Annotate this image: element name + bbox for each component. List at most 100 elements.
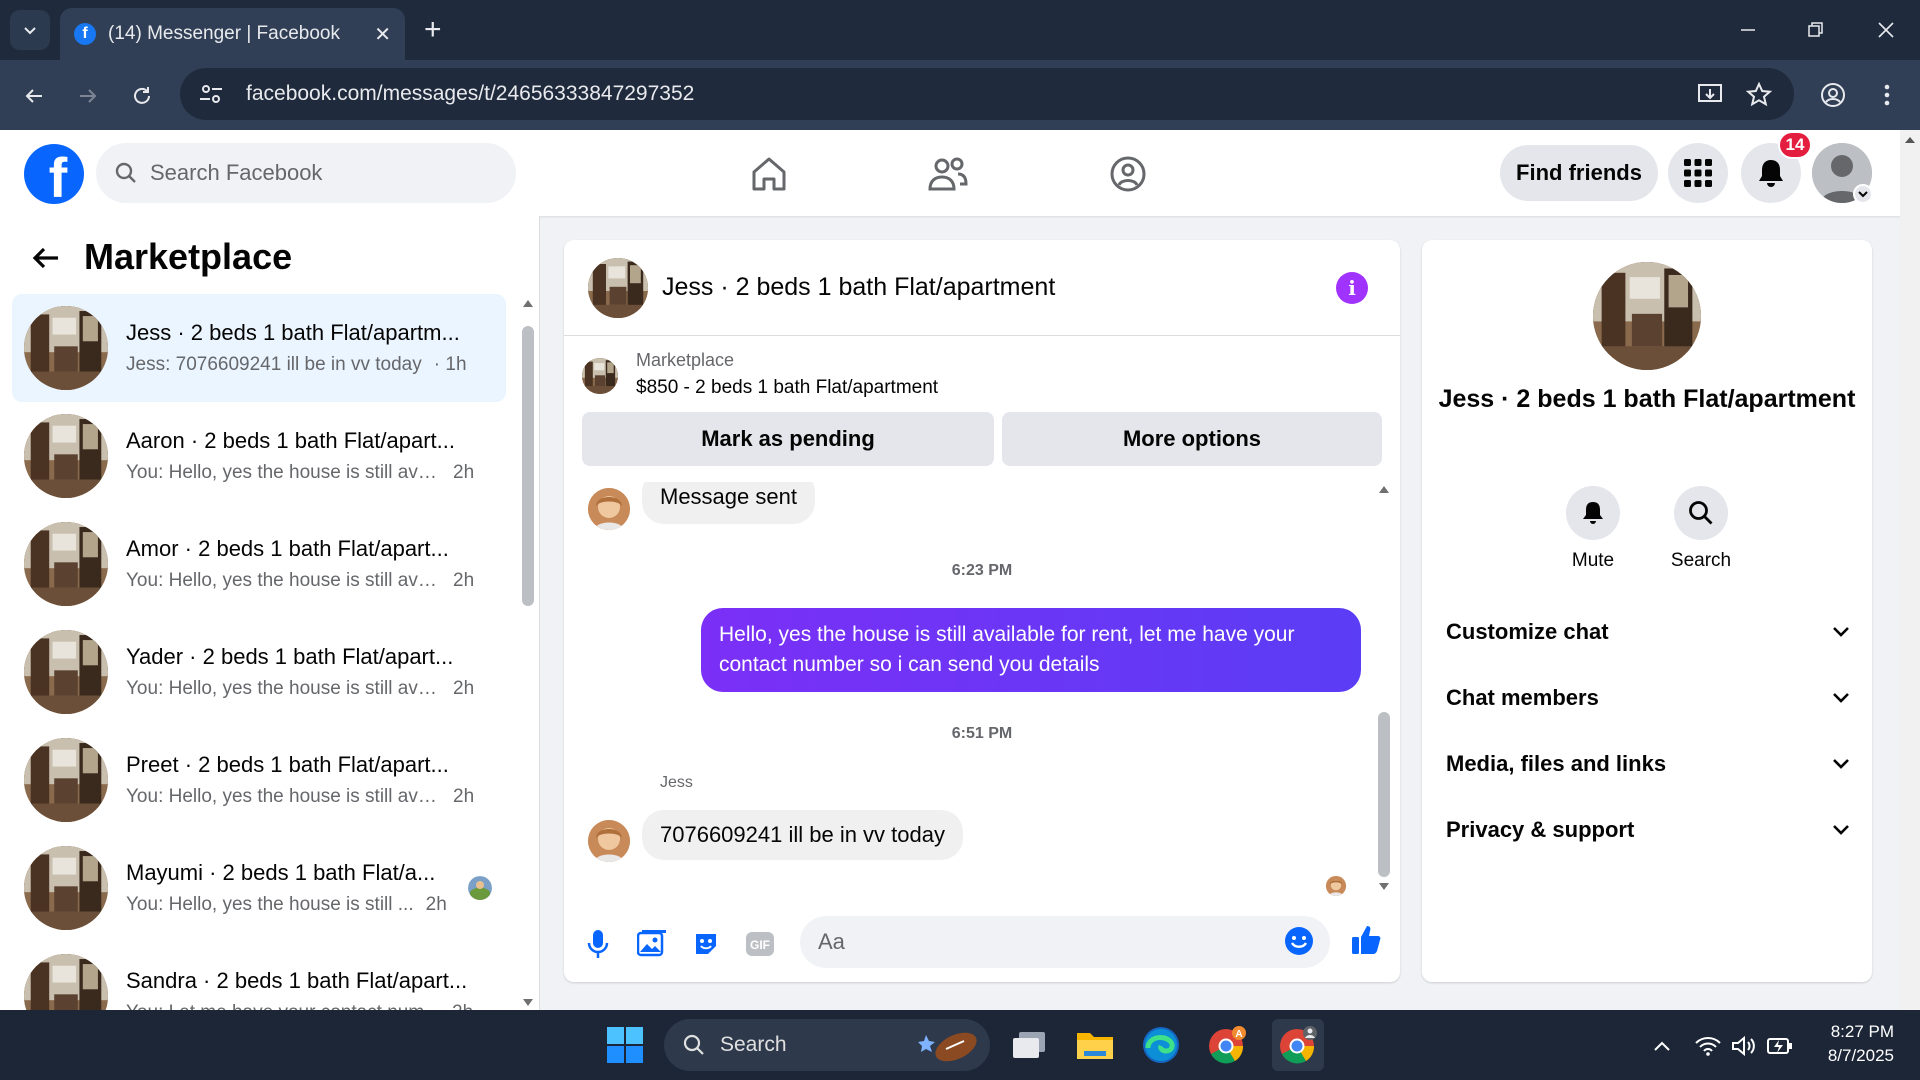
voice-clip-button[interactable] [582,928,614,960]
battery-status[interactable] [1766,1032,1794,1060]
show-hidden-icons-button[interactable] [1648,1032,1676,1060]
browser-menu-button[interactable] [1872,80,1902,110]
mute-button[interactable]: Mute [1548,486,1638,572]
conversation-item[interactable]: Sandra · 2 beds 1 bath Flat/apart... You:… [12,942,506,1010]
sender-avatar [588,488,630,530]
outgoing-message[interactable]: Hello, yes the house is still available … [701,608,1361,692]
wifi-icon [1695,1037,1721,1056]
restore-button[interactable] [1796,12,1836,48]
minimize-icon [1741,29,1755,31]
conversation-time: 2h [453,678,475,699]
media-files-links-section[interactable]: Media, files and links [1446,744,1850,784]
mute-label: Mute [1571,550,1615,571]
scroll-down-icon [523,999,533,1006]
like-button[interactable] [1350,924,1382,956]
conversation-name: Jess · 2 beds 1 bath Flat/apartm... [126,320,460,345]
chat-header[interactable]: Jess · 2 beds 1 bath Flat/apartment i [564,240,1400,336]
back-arrow-button[interactable] [30,242,66,278]
message-input[interactable]: Aa [800,916,1330,968]
thumbs-up-icon [1352,926,1381,954]
sticker-button[interactable] [690,928,722,960]
conversation-item[interactable]: Amor · 2 beds 1 bath Flat/apart... You: H… [12,510,506,618]
message-thread: Message sent 6:23 PM Hello, yes the hous… [564,482,1400,902]
page-scrollbar[interactable] [1900,130,1920,1010]
bell-icon [1759,160,1783,187]
conversation-item[interactable]: Aaron · 2 beds 1 bath Flat/apart... You: … [12,402,506,510]
groups-nav-button[interactable] [1106,152,1150,196]
find-friends-button[interactable]: Find friends [1500,145,1658,201]
section-label: Media, files and links [1446,751,1667,776]
conversation-thumbnail [24,846,108,930]
info-icon[interactable]: i [1336,272,1368,304]
conversation-item[interactable]: Mayumi · 2 beds 1 bath Flat/a... You: Hel… [12,834,506,942]
more-vertical-icon [1884,84,1890,106]
chevron-down-icon [1833,693,1849,703]
mark-as-pending-button[interactable]: Mark as pending [582,412,994,466]
tab-close-icon[interactable]: ✕ [374,22,391,47]
chevron-down-icon [24,27,36,35]
menu-button[interactable] [1668,143,1728,203]
search-conversation-button[interactable]: Search [1656,486,1746,572]
conversation-preview: You: Let me have your contact num... [126,1002,440,1010]
facebook-logo-icon[interactable]: f [24,144,84,204]
home-nav-button[interactable] [747,152,791,196]
incoming-message[interactable]: 7076609241 ill be in vv today [642,810,963,860]
scroll-up-icon [1905,137,1915,143]
chat-members-section[interactable]: Chat members [1446,678,1850,718]
read-receipt-avatar [1326,876,1346,896]
edge-browser-button[interactable] [1140,1024,1182,1066]
facebook-search-input[interactable]: Search Facebook [96,143,516,203]
sender-avatar [588,820,630,862]
search-icon [115,162,136,183]
close-window-button[interactable] [1866,12,1906,48]
gif-button[interactable]: GIF [744,928,776,960]
address-bar[interactable]: facebook.com/messages/t/2465633384729735… [180,68,1794,120]
chat-window: Jess · 2 beds 1 bath Flat/apartment i Ma… [564,240,1400,982]
minimize-button[interactable] [1728,12,1768,48]
conversation-time: · 1h [433,354,467,375]
section-label: Chat members [1446,685,1599,710]
start-button[interactable] [604,1024,646,1066]
new-tab-button[interactable]: + [424,12,442,48]
account-caret[interactable] [1853,184,1873,204]
reload-button[interactable] [124,78,160,114]
conversation-item[interactable]: Jess · 2 beds 1 bath Flat/apartm... Jess:… [12,294,506,402]
install-app-button[interactable] [1696,80,1726,110]
speaker-icon [1732,1035,1755,1057]
attach-media-button[interactable] [636,928,668,960]
friends-nav-button[interactable] [926,152,970,196]
timestamp: 6:23 PM [951,562,1013,579]
url-text: facebook.com/messages/t/2465633384729735… [246,82,695,105]
conversation-name: Mayumi · 2 beds 1 bath Flat/a... [126,860,436,885]
conversation-preview: Jess: 7076609241 ill be in vv today [126,354,422,375]
profile-button[interactable] [1818,80,1848,110]
chat-scrollbar[interactable] [1376,482,1392,902]
conversation-time: 2h [453,570,475,591]
conversation-item[interactable]: Preet · 2 beds 1 bath Flat/apart... You: … [12,726,506,834]
conversation-scrollbar[interactable] [520,296,536,1010]
task-view-button[interactable] [1008,1024,1050,1066]
conversation-item[interactable]: Yader · 2 beds 1 bath Flat/apart... You: … [12,618,506,726]
more-options-button[interactable]: More options [1002,412,1382,466]
privacy-support-section[interactable]: Privacy & support [1446,810,1850,850]
wifi-status[interactable] [1694,1032,1722,1060]
system-clock[interactable]: 8:27 PM 8/7/2025 [1810,1020,1894,1068]
customize-chat-section[interactable]: Customize chat [1446,612,1850,652]
listing-summary[interactable]: Marketplace $850 - 2 beds 1 bath Flat/ap… [582,350,938,399]
chrome-profile-a-button[interactable]: A [1206,1024,1248,1066]
chrome-active-button[interactable] [1272,1019,1324,1071]
bookmark-button[interactable] [1744,80,1774,110]
taskbar-search[interactable]: Search [664,1019,990,1071]
tab-search-button[interactable] [10,10,50,50]
arrow-left-icon [32,247,58,269]
clock-date: 8/7/2025 [1827,1046,1894,1065]
browser-tab[interactable]: f (14) Messenger | Facebook ✕ [60,8,405,60]
facebook-favicon-icon: f [74,23,96,45]
chevron-down-icon [1858,191,1868,198]
forward-button[interactable] [70,78,106,114]
file-explorer-button[interactable] [1074,1024,1116,1066]
back-button[interactable] [16,78,52,114]
marketplace-label: Marketplace [636,350,735,370]
conversation-time: 2h [452,1002,473,1010]
volume-status[interactable] [1730,1032,1758,1060]
